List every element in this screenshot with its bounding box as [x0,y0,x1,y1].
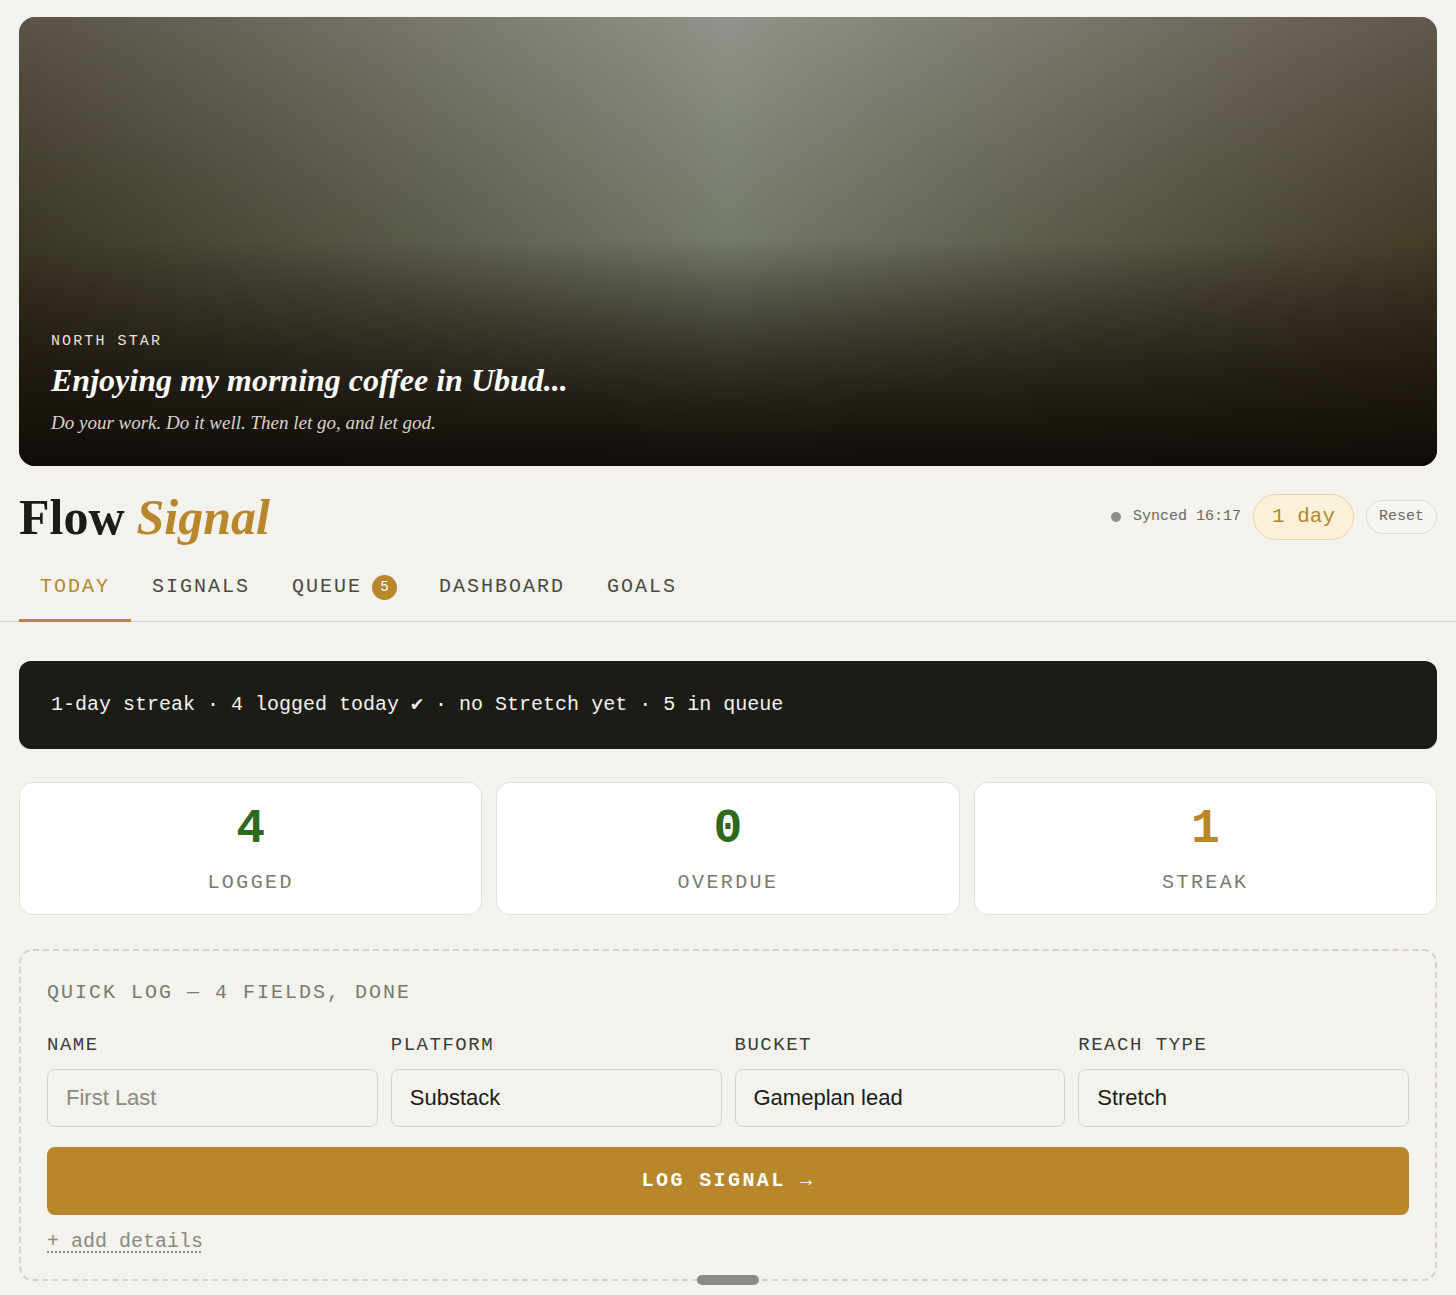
streak-pill[interactable]: 1 day [1253,494,1354,540]
field: PLATFORM [391,1033,722,1127]
app-header: FlowSignal Synced 16:17 1 day Reset [19,487,1437,547]
stats-row: 4 LOGGED 0 OVERDUE 1 STREAK [19,782,1437,915]
stat-value: 4 [236,801,265,857]
main-content: 1-day streak · 4 logged today ✔ · no Str… [0,661,1456,1295]
stat-value: 1 [1191,801,1220,857]
stat-card: 4 LOGGED [19,782,482,915]
stat-label: OVERDUE [678,869,779,897]
log-signal-button[interactable]: LOG SIGNAL → [47,1147,1409,1215]
field: BUCKET [735,1033,1066,1127]
hero-title: Enjoying my morning coffee in Ubud... [51,360,568,400]
tab[interactable]: GOALS [586,555,698,622]
select-field[interactable] [735,1069,1066,1127]
tab-bar: TODAY SIGNALS QUEUE 5 DASHBOARD GOALS [0,555,1456,622]
add-details-link[interactable]: + add details [47,1229,203,1255]
logo-first: Flow [19,487,125,547]
tab-label: GOALS [607,573,677,601]
logo-second: Signal [137,487,270,547]
quick-log-fields: NAME PLATFORM BUCKET REACH TYPE [47,1033,1409,1127]
tab-label: QUEUE [292,573,362,601]
tab-label: SIGNALS [152,573,250,601]
field: REACH TYPE [1078,1033,1409,1127]
app-logo: FlowSignal [19,487,270,547]
tab[interactable]: DASHBOARD [418,555,586,622]
field-label: PLATFORM [391,1033,722,1057]
tab[interactable]: SIGNALS [131,555,271,622]
sync-status: Synced 16:17 [1111,506,1241,529]
sync-dot-icon [1111,512,1121,522]
sync-label: Synced 16:17 [1133,506,1241,529]
stat-label: LOGGED [207,869,293,897]
reset-button[interactable]: Reset [1366,500,1437,535]
status-banner: 1-day streak · 4 logged today ✔ · no Str… [19,661,1437,749]
resize-handle-icon[interactable] [697,1275,759,1285]
tab-badge: 5 [372,575,397,600]
top-section: NORTH STAR Enjoying my morning coffee in … [0,0,1456,547]
quick-log-title: QUICK LOG — 4 FIELDS, DONE [47,979,1409,1007]
select-field[interactable] [391,1069,722,1127]
hero-shade [19,17,1437,466]
tab-label: TODAY [40,573,110,601]
hero-banner: NORTH STAR Enjoying my morning coffee in … [19,17,1437,466]
name-input[interactable] [47,1069,378,1127]
select-field[interactable] [1078,1069,1409,1127]
stat-value: 0 [714,801,743,857]
tab-label: DASHBOARD [439,573,565,601]
hero-text: NORTH STAR Enjoying my morning coffee in … [19,332,568,466]
stat-card: 0 OVERDUE [496,782,959,915]
stat-label: STREAK [1162,869,1248,897]
field-label: BUCKET [735,1033,1066,1057]
quick-log-panel: QUICK LOG — 4 FIELDS, DONE NAME PLATFORM BU… [19,949,1437,1281]
field-label: NAME [47,1033,378,1057]
hero-quote: Do your work. Do it well. Then let go, a… [51,410,568,436]
field-label: REACH TYPE [1078,1033,1409,1057]
tab[interactable]: TODAY [19,555,131,622]
field: NAME [47,1033,378,1127]
tab[interactable]: QUEUE 5 [271,555,418,622]
header-actions: Synced 16:17 1 day Reset [1111,494,1437,540]
stat-card: 1 STREAK [974,782,1437,915]
hero-eyebrow: NORTH STAR [51,332,568,352]
